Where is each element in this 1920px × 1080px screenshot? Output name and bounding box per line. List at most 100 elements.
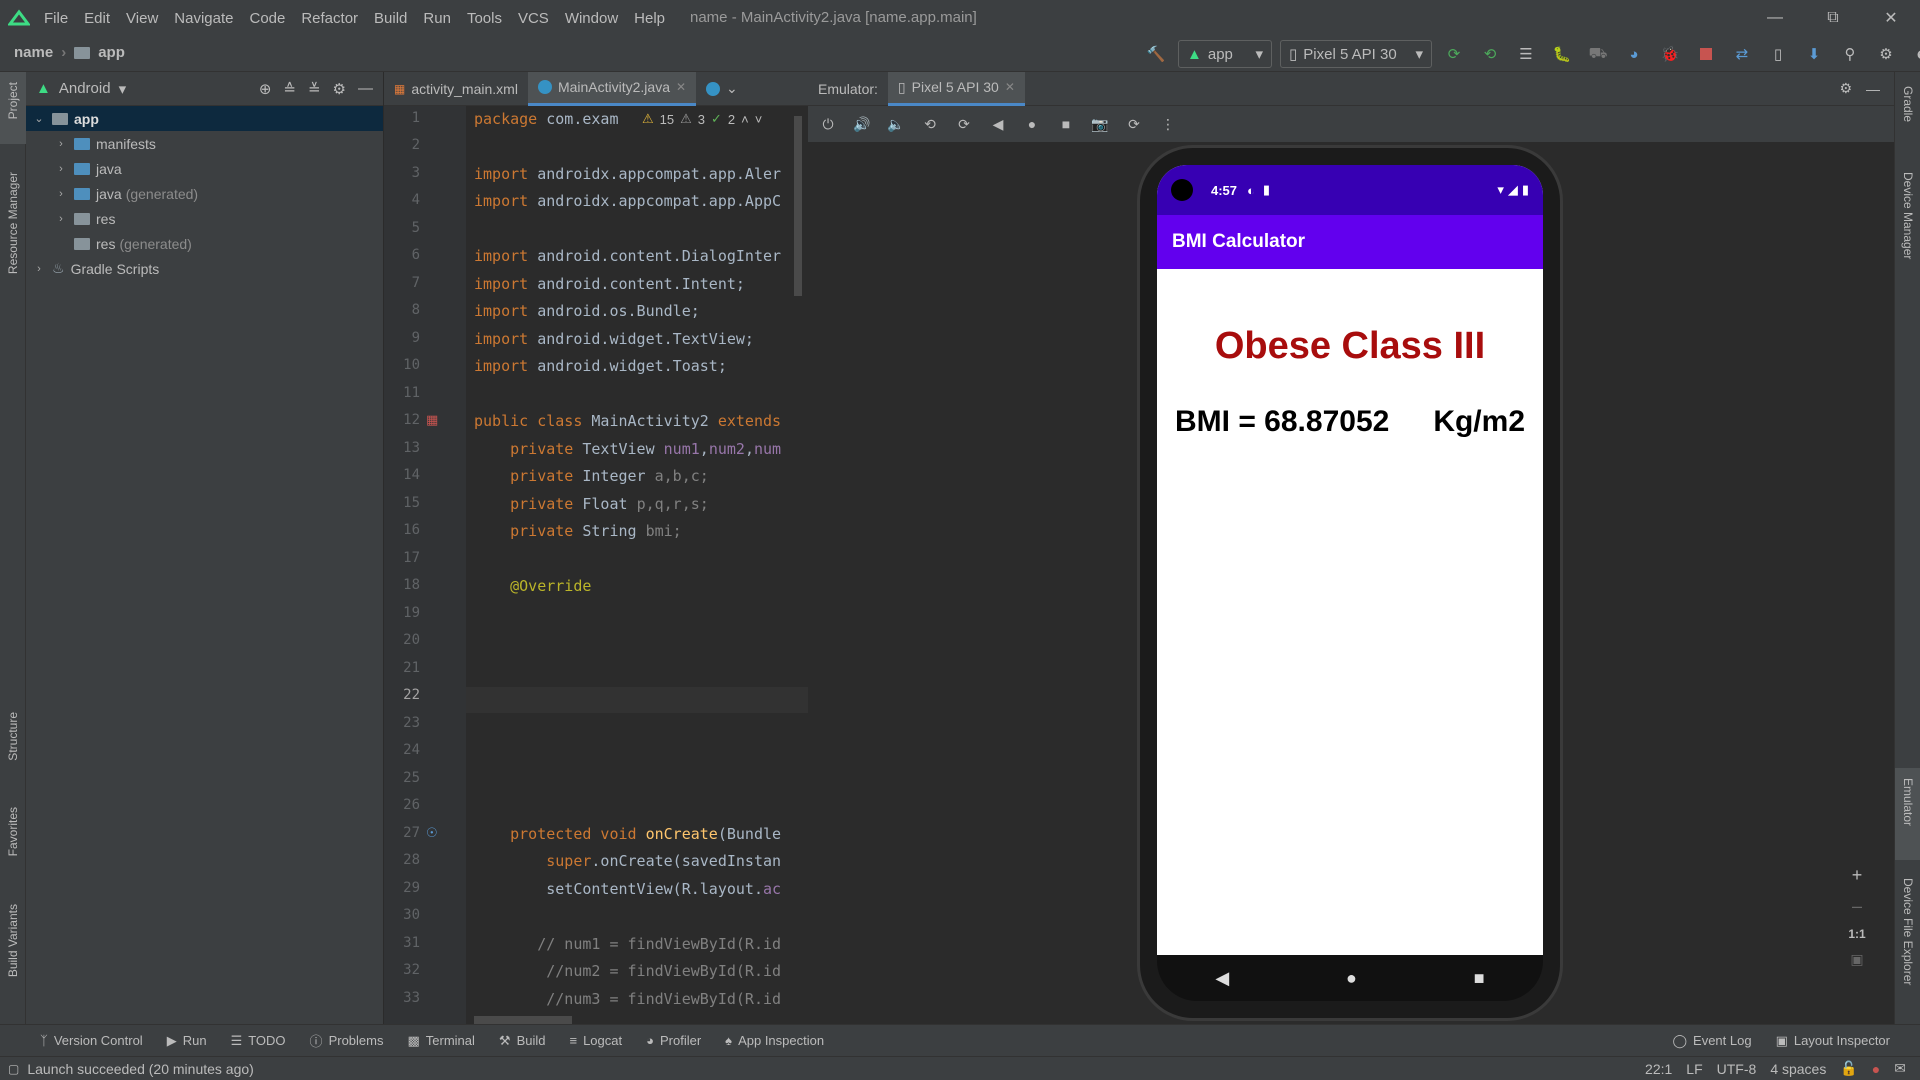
menu-build[interactable]: Build: [374, 10, 407, 27]
stop-icon[interactable]: [1692, 40, 1720, 68]
menu-tools[interactable]: Tools: [467, 10, 502, 27]
caret-position[interactable]: 22:1: [1645, 1061, 1672, 1077]
apply-changes-restart-icon[interactable]: ⟳: [1440, 40, 1468, 68]
nav-recents-icon[interactable]: ■: [1474, 968, 1485, 989]
tool-event-log[interactable]: ◯ Event Log: [1660, 1033, 1763, 1049]
profile-icon[interactable]: ◕: [1620, 40, 1648, 68]
menu-code[interactable]: Code: [249, 10, 285, 27]
tab-overflow[interactable]: ⌄: [696, 72, 748, 106]
tool-app-inspection[interactable]: ♠ App Inspection: [713, 1033, 836, 1048]
menu-help[interactable]: Help: [634, 10, 665, 27]
chevron-right-icon[interactable]: ›: [54, 138, 68, 150]
tool-layout-inspector[interactable]: ▣ Layout Inspector: [1764, 1033, 1920, 1049]
minimize-icon[interactable]: —: [1746, 0, 1804, 36]
close-tab-icon[interactable]: ✕: [676, 80, 686, 94]
code-editor[interactable]: package com.exam import androidx.appcomp…: [466, 106, 808, 1026]
chevron-right-icon[interactable]: ›: [54, 188, 68, 200]
menu-refactor[interactable]: Refactor: [301, 10, 358, 27]
gear-icon[interactable]: ⚙: [1839, 80, 1866, 97]
volume-up-icon[interactable]: 🔊: [850, 112, 874, 136]
coverage-icon[interactable]: ⛟: [1584, 40, 1612, 68]
device-select[interactable]: ▯ Pixel 5 API 30 ▾: [1280, 40, 1432, 68]
menu-view[interactable]: View: [126, 10, 158, 27]
tool-terminal[interactable]: ▩ Terminal: [395, 1033, 486, 1049]
chevron-down-icon[interactable]: ▾: [119, 80, 127, 98]
project-view-select[interactable]: Android: [59, 80, 111, 97]
structure-tool-tab[interactable]: Structure: [6, 712, 20, 761]
tab-activity-main-xml[interactable]: ▦ activity_main.xml: [384, 72, 528, 106]
expand-all-icon[interactable]: ≙: [283, 80, 296, 98]
indent-setting[interactable]: 4 spaces: [1770, 1061, 1826, 1077]
tool-problems[interactable]: ⓘ Problems: [298, 1031, 396, 1050]
chevron-right-icon[interactable]: ›: [54, 213, 68, 225]
nav-home-icon[interactable]: ●: [1346, 968, 1357, 989]
camera-icon[interactable]: 📷: [1088, 112, 1112, 136]
make-project-hammer-icon[interactable]: 🔨: [1142, 40, 1170, 68]
menu-window[interactable]: Window: [565, 10, 618, 27]
apply-code-changes-icon[interactable]: ⟲: [1476, 40, 1504, 68]
hide-panel-icon[interactable]: —: [1866, 81, 1894, 97]
line-separator[interactable]: LF: [1686, 1061, 1702, 1077]
chevron-down-icon[interactable]: ⌄: [726, 80, 738, 97]
override-gutter-icon[interactable]: ☉: [426, 825, 438, 841]
back-icon[interactable]: ◀: [986, 112, 1010, 136]
rotate-right-icon[interactable]: ⟳: [952, 112, 976, 136]
overview-icon[interactable]: ■: [1054, 112, 1078, 136]
settings-gear-icon[interactable]: ⚙: [1872, 40, 1900, 68]
attach-debugger-icon[interactable]: 🐞: [1656, 40, 1684, 68]
zoom-fit-icon[interactable]: ▣: [1850, 951, 1863, 968]
zoom-actual-size[interactable]: 1:1: [1848, 927, 1865, 941]
lock-icon[interactable]: 🔓: [1840, 1060, 1857, 1077]
close-icon[interactable]: ✕: [1862, 0, 1920, 36]
panel-toggle-icon[interactable]: ▢: [0, 1062, 27, 1076]
hide-panel-icon[interactable]: —: [358, 80, 373, 98]
tool-version-control[interactable]: ᛉ Version Control: [0, 1033, 155, 1048]
inspection-widget[interactable]: ⚠ 15 ⚠ 3 ✓ 2 ˄ ˅: [636, 106, 769, 132]
menu-run[interactable]: Run: [423, 10, 451, 27]
menu-edit[interactable]: Edit: [84, 10, 110, 27]
resource-manager-tool-tab[interactable]: Resource Manager: [6, 172, 20, 274]
error-indicator-icon[interactable]: ●: [1872, 1061, 1880, 1077]
device-screen[interactable]: 4:57 ◐ ▮ ▾ ◢ ▮ BMI Calculator Obese Clas…: [1157, 165, 1543, 955]
file-encoding[interactable]: UTF-8: [1717, 1061, 1757, 1077]
restore-icon[interactable]: ⧉: [1804, 0, 1862, 36]
tool-profiler[interactable]: ◕ Profiler: [634, 1033, 713, 1048]
sync-gradle-icon[interactable]: ⇄: [1728, 40, 1756, 68]
tree-node-manifests[interactable]: › manifests: [26, 131, 383, 156]
breadcrumb-project[interactable]: name: [14, 44, 53, 61]
more-options-icon[interactable]: ⋮: [1156, 112, 1180, 136]
tool-logcat[interactable]: ≡ Logcat: [557, 1033, 634, 1048]
tree-node-gradle-scripts[interactable]: › ♨ Gradle Scripts: [26, 256, 383, 281]
home-icon[interactable]: ●: [1020, 112, 1044, 136]
device-file-explorer-tool-tab[interactable]: Device File Explorer: [1901, 878, 1915, 985]
chevron-down-icon[interactable]: ˅: [755, 112, 763, 127]
zoom-out-icon[interactable]: –: [1852, 896, 1862, 917]
editor-scrollbar[interactable]: [794, 116, 802, 296]
tree-node-res[interactable]: › res: [26, 206, 383, 231]
gradle-tool-tab[interactable]: Gradle: [1901, 86, 1915, 122]
zoom-in-icon[interactable]: +: [1852, 865, 1863, 886]
chevron-up-icon[interactable]: ˄: [741, 112, 749, 127]
emulator-tool-tab[interactable]: Emulator: [1901, 778, 1915, 826]
volume-down-icon[interactable]: 🔈: [884, 112, 908, 136]
tree-node-app[interactable]: ⌄ app: [26, 106, 383, 131]
tree-node-java-generated[interactable]: › java (generated): [26, 181, 383, 206]
run-config-select[interactable]: ▲ app ▾: [1178, 40, 1272, 68]
snapshot-icon[interactable]: ⟳: [1122, 112, 1146, 136]
tree-node-java[interactable]: › java: [26, 156, 383, 181]
project-tool-tab[interactable]: Project: [6, 82, 20, 119]
menu-file[interactable]: File: [44, 10, 68, 27]
menu-vcs[interactable]: VCS: [518, 10, 549, 27]
tree-node-res-generated[interactable]: res (generated): [26, 231, 383, 256]
tool-todo[interactable]: ☰ TODO: [219, 1033, 298, 1049]
collapse-all-icon[interactable]: ≚: [308, 80, 321, 98]
locate-target-icon[interactable]: ⊕: [259, 80, 272, 98]
sdk-manager-icon[interactable]: ⬇: [1800, 40, 1828, 68]
chevron-right-icon[interactable]: ›: [54, 163, 68, 175]
tab-emulator-device[interactable]: ▯ Pixel 5 API 30 ✕: [887, 71, 1025, 106]
tab-mainactivity2-java[interactable]: MainActivity2.java ✕: [527, 71, 697, 106]
class-gutter-icon[interactable]: ▦: [426, 412, 438, 428]
chevron-down-icon[interactable]: ⌄: [32, 112, 46, 125]
debug-icon[interactable]: 🐛: [1548, 40, 1576, 68]
tool-run[interactable]: ▶ Run: [155, 1033, 219, 1049]
